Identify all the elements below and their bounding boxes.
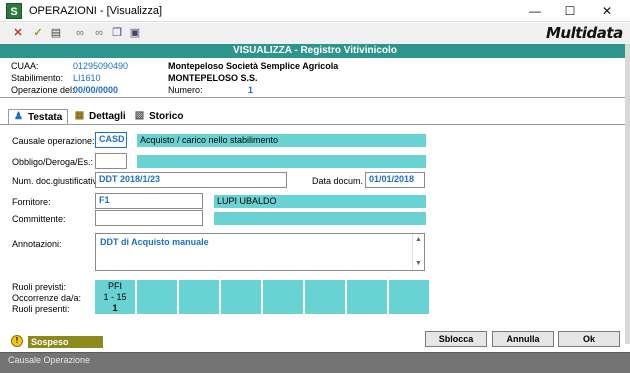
maximize-button[interactable]: ☐ <box>553 1 587 21</box>
numero-value: 1 <box>248 85 254 95</box>
tab-storico-label: Storico <box>149 111 184 122</box>
history-icon: ▧ <box>134 110 145 121</box>
tab-dettagli-label: Dettagli <box>89 111 126 122</box>
role-cell[interactable] <box>179 280 219 314</box>
doc-number-input[interactable]: DDT 2018/1/23 <box>95 172 287 188</box>
role-present: 1 <box>112 303 118 313</box>
cuaa-label: CUAA: <box>11 61 39 71</box>
person-icon: ♟ <box>14 111 23 122</box>
folder-icon: ▦ <box>74 110 85 121</box>
causale-description: Acquisto / carico nello stabilimento <box>137 134 426 147</box>
role-range: 1 - 15 <box>103 292 127 302</box>
doc-label: Num. doc.giustificativo: <box>12 176 105 186</box>
committente-name <box>214 212 426 225</box>
operazione-label: Operazione del: <box>11 85 75 95</box>
role-cell[interactable] <box>389 280 429 314</box>
stabilimento-name: MONTEPELOSO S.S. <box>168 73 258 83</box>
role-name: PFI <box>107 281 122 291</box>
close-button[interactable]: ✕ <box>590 1 624 21</box>
annulla-button[interactable]: Annulla <box>492 331 554 347</box>
committente-label: Committente: <box>12 214 66 224</box>
sblocca-button[interactable]: Sblocca <box>425 331 487 347</box>
annotazioni-label: Annotazioni: <box>12 239 62 249</box>
right-edge-scrollbar[interactable] <box>625 44 630 344</box>
data-doc-label: Data docum. <box>312 176 364 186</box>
role-cell[interactable] <box>305 280 345 314</box>
role-cell[interactable]: PFI 1 - 15 1 <box>95 280 135 314</box>
ruoli-presenti-label: Ruoli presenti: <box>12 304 70 314</box>
causale-label: Causale operazione: <box>12 136 95 146</box>
toolbar: ✕ ✓ ▤ ∞ ∞ ❐ ▣ <box>0 23 630 44</box>
ok-button[interactable]: Ok <box>558 331 620 347</box>
obbligo-description <box>137 155 426 168</box>
cancel-icon[interactable]: ✕ <box>10 26 26 41</box>
tab-dettagli[interactable]: ▦ Dettagli <box>70 109 130 124</box>
tab-testata-label: Testata <box>28 112 63 123</box>
window-title: OPERAZIONI - [Visualizza] <box>29 5 163 17</box>
copy-icon[interactable]: ❐ <box>109 26 125 41</box>
status-bar: Causale Operazione <box>0 352 630 373</box>
occorrenze-label: Occorrenze da/a: <box>12 293 82 303</box>
scroll-down-icon[interactable]: ▼ <box>413 260 424 267</box>
committente-code-input[interactable] <box>95 210 203 226</box>
role-cell[interactable] <box>221 280 261 314</box>
binoculars-icon[interactable]: ∞ <box>72 26 88 41</box>
tab-storico[interactable]: ▧ Storico <box>130 109 192 124</box>
numero-label: Numero: <box>168 85 203 95</box>
tab-testata[interactable]: ♟ Testata <box>8 109 68 124</box>
obbligo-label: Obbligo/Deroga/Es.: <box>12 157 94 167</box>
role-cell[interactable] <box>347 280 387 314</box>
operazione-date: 00/00/0000 <box>73 85 119 95</box>
annotazioni-scrollbar[interactable]: ▲ ▼ <box>412 234 424 270</box>
book-icon[interactable]: ▤ <box>48 26 64 41</box>
header-info: CUAA: 01295090490 Montepeloso Società Se… <box>0 58 625 98</box>
fornitore-name: LUPI UBALDO <box>214 195 426 208</box>
status-badge: Sospeso <box>28 336 103 348</box>
data-doc-input[interactable]: 01/01/2018 <box>365 172 425 188</box>
status-bar-text: Causale Operazione <box>8 355 91 365</box>
cuaa-code: 01295090490 <box>73 61 129 71</box>
paste-icon[interactable]: ▣ <box>127 26 143 41</box>
ruoli-previsti-label: Ruoli previsti: <box>12 282 67 292</box>
title-bar: S OPERAZIONI - [Visualizza] — ☐ ✕ <box>0 0 630 22</box>
warning-icon: ! <box>11 335 23 347</box>
role-cell[interactable] <box>137 280 177 314</box>
role-cell[interactable] <box>263 280 303 314</box>
app-icon: S <box>6 3 22 19</box>
obbligo-code-input[interactable] <box>95 153 127 169</box>
annotazioni-text: DDT di Acquisto manuale <box>100 237 209 247</box>
annotazioni-textarea[interactable]: DDT di Acquisto manuale ▲ ▼ <box>95 233 425 271</box>
confirm-icon[interactable]: ✓ <box>30 26 46 41</box>
stabilimento-label: Stabilimento: <box>11 73 64 83</box>
page-title: VISUALIZZA - Registro Vitivinicolo <box>0 44 630 58</box>
stabilimento-code: LI1610 <box>73 73 101 83</box>
tab-bar: ♟ Testata ▦ Dettagli ▧ Storico <box>0 108 625 124</box>
minimize-button[interactable]: — <box>518 1 552 21</box>
causale-code-input[interactable]: CASD <box>95 132 127 148</box>
fornitore-label: Fornitore: <box>12 197 51 207</box>
fornitore-code-input[interactable]: F1 <box>95 193 203 209</box>
scroll-up-icon[interactable]: ▲ <box>413 236 424 243</box>
multidata-logo: Multidata <box>546 24 623 42</box>
binoculars-x-icon[interactable]: ∞ <box>91 26 107 41</box>
cuaa-name: Montepeloso Società Semplice Agricola <box>168 61 339 71</box>
